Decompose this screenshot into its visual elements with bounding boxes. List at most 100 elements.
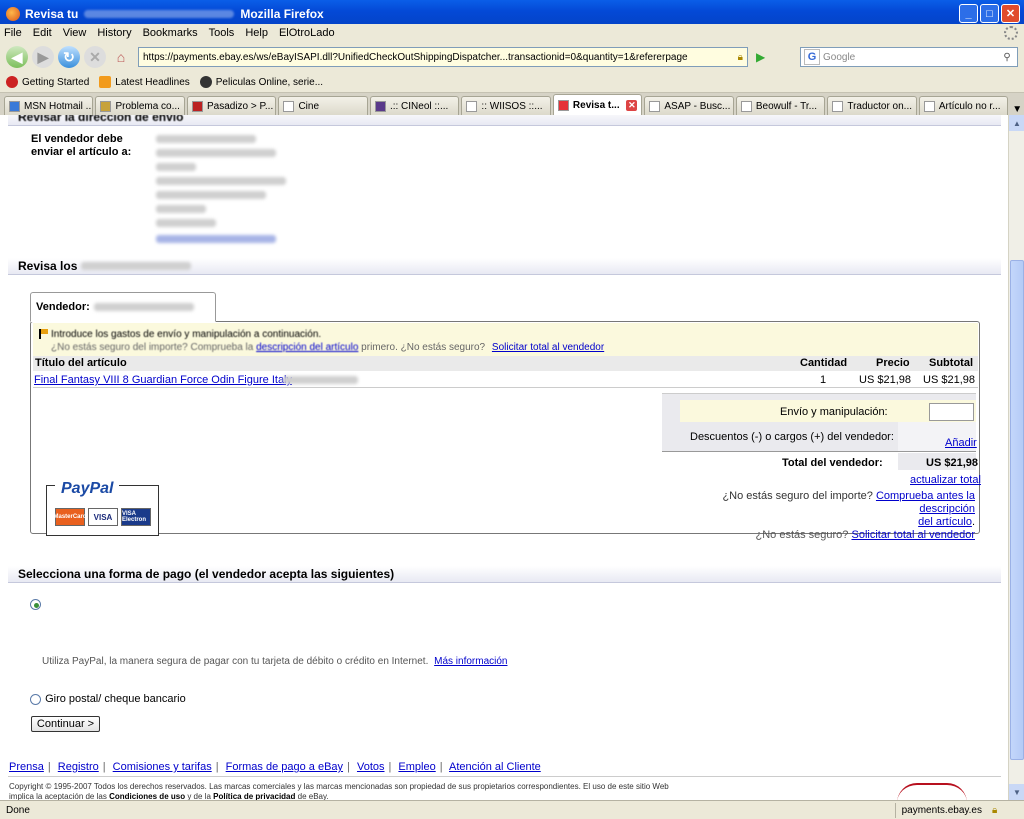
home-button[interactable]: ⌂	[110, 46, 132, 68]
menu-elotrolado[interactable]: ElOtroLado	[279, 27, 335, 39]
stop-button[interactable]: ✕	[84, 46, 106, 68]
close-tab-icon[interactable]: ✕	[626, 99, 638, 111]
totals-divider	[662, 451, 976, 452]
mastercard-icon: MasterCard	[54, 508, 87, 526]
scroll-down-icon[interactable]: ▼	[1009, 784, 1024, 800]
giro-label: Giro postal/ cheque bancario	[45, 693, 186, 705]
continue-button[interactable]: Continuar >	[31, 716, 100, 732]
tab-list-arrow-icon[interactable]: ▼	[1010, 104, 1024, 115]
tab-articulo[interactable]: Artículo no r...	[918, 96, 1009, 115]
tab-msn-hotmail[interactable]: MSN Hotmail ...	[4, 96, 94, 115]
tab-cineol[interactable]: .:: CINeol ::...	[369, 96, 460, 115]
window-title-end: Mozilla Firefox	[240, 7, 324, 21]
tab-revisa-active[interactable]: Revisa t... ✕	[552, 94, 643, 115]
giro-radio[interactable]	[30, 693, 41, 705]
msn-icon	[9, 100, 20, 112]
tab-cine[interactable]: Cine	[278, 96, 368, 115]
site-icon	[374, 100, 386, 112]
copyright-prefix: implica la aceptación de las	[9, 792, 107, 800]
google-engine-icon[interactable]: G	[804, 49, 820, 65]
request-total-link[interactable]: Solicitar total al vendedor	[492, 342, 604, 353]
seller-total-value: US $21,98	[926, 457, 978, 469]
firefox-icon	[6, 7, 20, 21]
bookmark-latest-headlines[interactable]: Latest Headlines	[99, 76, 190, 88]
footer-link-atencion[interactable]: Atención al Cliente	[449, 761, 541, 773]
bookmark-label: Getting Started	[22, 76, 90, 88]
scroll-up-icon[interactable]: ▲	[1009, 115, 1024, 131]
footer-link-registro[interactable]: Registro	[58, 761, 99, 773]
footer-link-comisiones[interactable]: Comisiones y tarifas	[113, 761, 212, 773]
payment-section-header: Selecciona una forma de pago (el vendedo…	[8, 566, 1001, 583]
address-section-title: Revisar la dirección de envío	[18, 115, 184, 124]
col-subtotal: Subtotal	[929, 357, 973, 369]
terms-link[interactable]: Condiciones de uso	[109, 792, 185, 800]
item-description-link[interactable]: descripción del artículo	[256, 342, 358, 353]
menu-edit[interactable]: Edit	[33, 27, 52, 39]
menu-bookmarks[interactable]: Bookmarks	[143, 27, 198, 39]
item-title-link[interactable]: Final Fantasy VIII 8 Guardian Force Odin…	[34, 374, 292, 386]
close-button[interactable]: ✕	[1001, 4, 1020, 23]
minimize-button[interactable]: _	[959, 4, 978, 23]
url-bar[interactable]: https://payments.ebay.es/ws/eBayISAPI.dl…	[138, 47, 748, 67]
check-description-link-1[interactable]: Comprueba antes la descripción	[876, 490, 975, 515]
menu-view[interactable]: View	[63, 27, 87, 39]
tab-pasadizo[interactable]: Pasadizo > P...	[186, 96, 277, 115]
item-quantity: 1	[820, 374, 827, 386]
tab-traductor[interactable]: Traductor on...	[827, 96, 917, 115]
search-icon[interactable]: ⚲	[997, 52, 1017, 63]
update-total-link[interactable]: actualizar total	[910, 474, 981, 486]
tab-label: .:: CINeol ::...	[389, 100, 449, 112]
vertical-scrollbar[interactable]: ▲ ▼	[1008, 115, 1024, 800]
paypal-option[interactable]	[30, 598, 41, 610]
privacy-link[interactable]: Política de privacidad	[213, 792, 295, 800]
bookmark-peliculas[interactable]: Peliculas Online, serie...	[199, 76, 323, 88]
footer-link-prensa[interactable]: Prensa	[9, 761, 44, 773]
footer-link-votos[interactable]: Votos	[357, 761, 385, 773]
tab-beowulf[interactable]: Beowulf - Tr...	[735, 96, 826, 115]
seller-tab[interactable]: Vendedor:	[30, 292, 216, 322]
more-info-link[interactable]: Más información	[434, 656, 507, 667]
paypal-radio[interactable]	[30, 598, 41, 610]
back-button[interactable]: ◀	[6, 46, 28, 68]
flag-icon	[39, 329, 48, 339]
paypal-description: Utiliza PayPal, la manera segura de paga…	[42, 656, 429, 667]
maximize-button[interactable]: □	[980, 4, 999, 23]
request-total-link-2[interactable]: Solicitar total al vendedor	[851, 529, 975, 541]
tab-problema[interactable]: Problema co...	[95, 96, 185, 115]
search-input[interactable]: Google	[823, 52, 855, 63]
page-content: Revisar la dirección de envío El vendedo…	[0, 115, 1008, 800]
search-box[interactable]: G Google ⚲	[800, 47, 1018, 67]
google-icon	[649, 100, 661, 112]
ship-to-label: El vendedor debe enviar el artículo a:	[31, 133, 131, 159]
bookmark-getting-started[interactable]: Getting Started	[6, 76, 89, 88]
tab-label: Revisa t...	[572, 99, 620, 111]
footer-links: Prensa | Registro | Comisiones y tarifas | …	[9, 761, 541, 773]
check-description-link-2[interactable]: del artículo	[918, 516, 972, 528]
scroll-thumb[interactable]	[1010, 260, 1024, 760]
menu-history[interactable]: History	[97, 27, 131, 39]
menu-file[interactable]: File	[4, 27, 22, 39]
tab-wiisos[interactable]: :: WIISOS ::...	[461, 96, 551, 115]
seller-name-redacted	[93, 303, 194, 311]
forward-button[interactable]: ▶	[32, 46, 54, 68]
shipping-address-redacted	[156, 135, 286, 245]
footer-link-formas-pago[interactable]: Formas de pago a eBay	[226, 761, 343, 773]
secure-lock-icon[interactable]: 🔒︎	[992, 805, 1004, 816]
go-icon[interactable]: ▶	[756, 50, 770, 64]
shipping-cost-input[interactable]	[929, 403, 974, 421]
tab-label: Artículo no r...	[938, 100, 1001, 112]
lock-icon: 🔒︎	[737, 51, 743, 63]
details-section-header: Revisa los	[8, 258, 1001, 275]
firefox-bookmark-icon	[6, 76, 18, 88]
change-address-link[interactable]	[156, 235, 276, 244]
footer-link-empleo[interactable]: Empleo	[398, 761, 435, 773]
reload-button[interactable]: ↻	[58, 46, 80, 68]
tab-asap[interactable]: ASAP - Busc...	[644, 96, 734, 115]
menu-tools[interactable]: Tools	[209, 27, 235, 39]
tab-label: Pasadizo > P...	[206, 100, 274, 112]
menu-help[interactable]: Help	[245, 27, 268, 39]
notice-line1: Introduce los gastos de envío y manipula…	[51, 329, 322, 340]
add-discount-link[interactable]: Añadir	[945, 437, 977, 449]
trust-seal-icon[interactable]	[897, 783, 967, 800]
giro-option[interactable]: Giro postal/ cheque bancario	[30, 693, 186, 705]
